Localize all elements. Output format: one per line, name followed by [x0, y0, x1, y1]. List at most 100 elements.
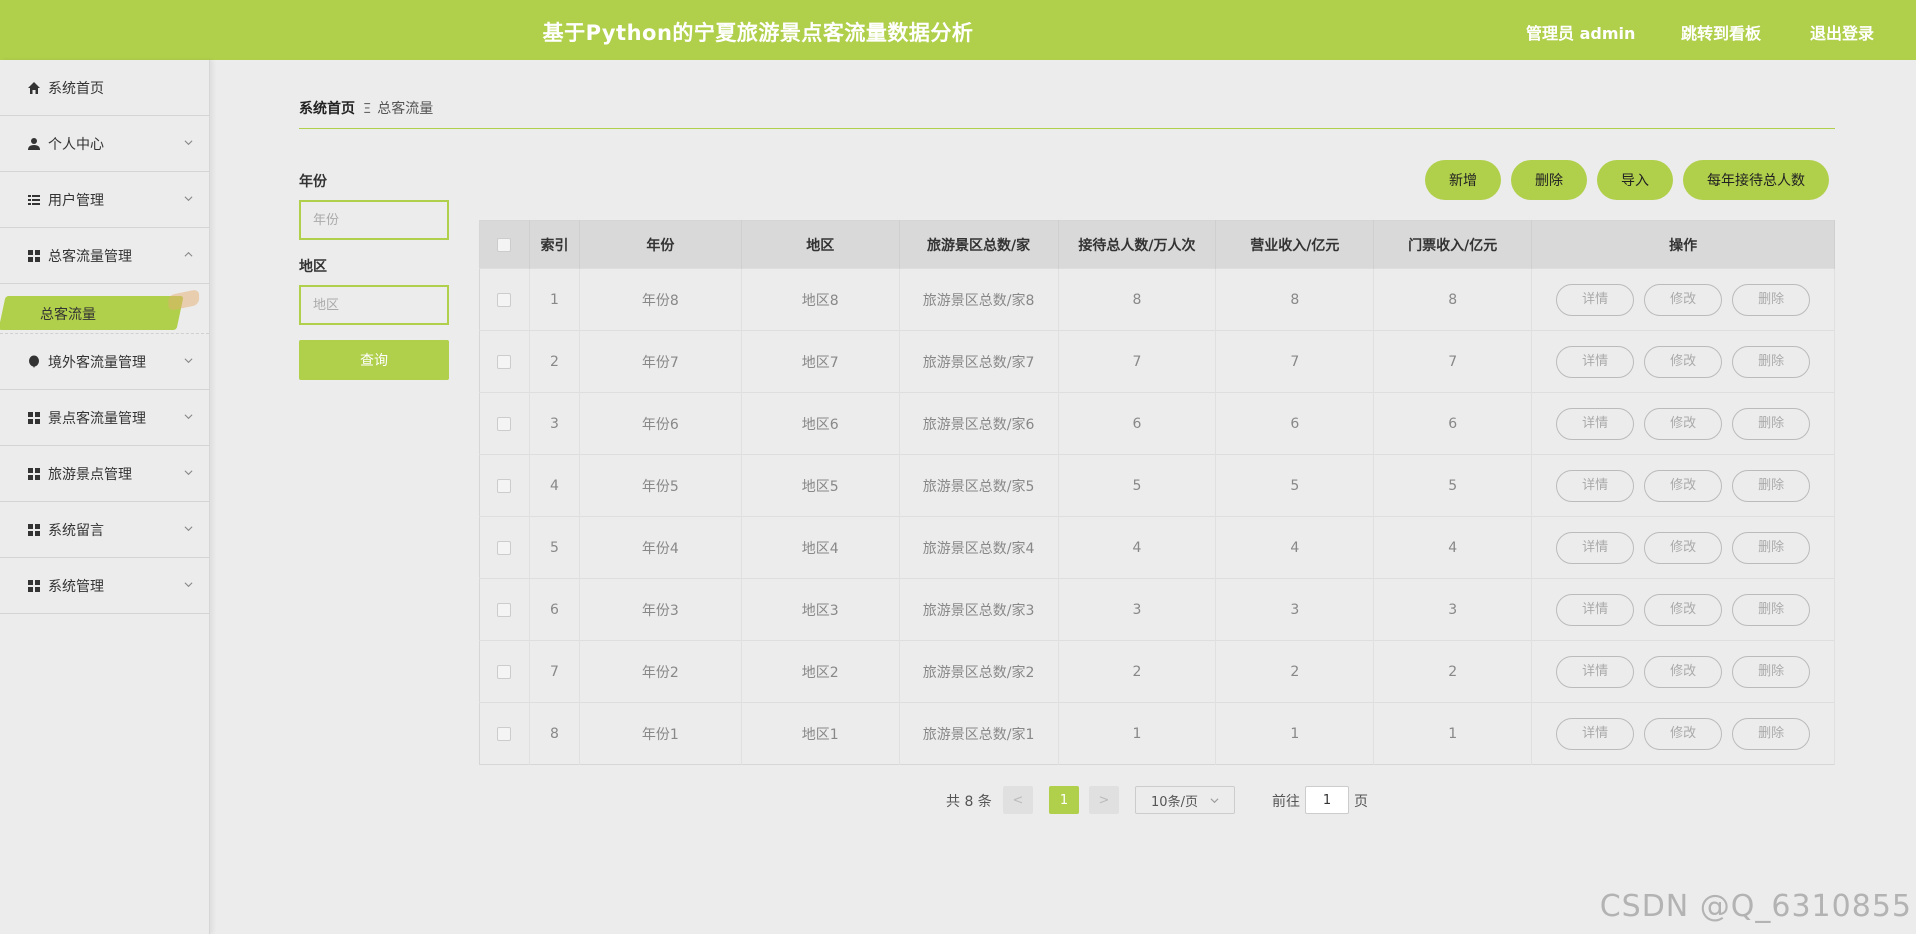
user-icon	[26, 136, 42, 152]
cell-ticket-revenue: 5	[1373, 454, 1533, 517]
row-delete-button[interactable]: 删除	[1732, 593, 1811, 626]
cell-year: 年份8	[579, 268, 742, 331]
row-delete-button[interactable]: 删除	[1732, 531, 1811, 564]
sidebar-item-scenic-spot-management[interactable]: 旅游景点管理	[0, 446, 209, 502]
edit-button[interactable]: 修改	[1644, 407, 1723, 440]
list-icon	[26, 192, 42, 208]
balloon-icon	[26, 354, 42, 370]
row-delete-button[interactable]: 删除	[1732, 655, 1811, 688]
sidebar-item-home[interactable]: 系统首页	[0, 60, 209, 116]
detail-button[interactable]: 详情	[1556, 345, 1635, 378]
detail-button[interactable]: 详情	[1556, 593, 1635, 626]
edit-button[interactable]: 修改	[1644, 593, 1723, 626]
submenu-item-total-traffic[interactable]: 总客流量	[40, 304, 96, 324]
grid-icon	[26, 522, 42, 538]
cell-index: 5	[529, 516, 580, 579]
edit-button[interactable]: 修改	[1644, 469, 1723, 502]
detail-button[interactable]: 详情	[1556, 655, 1635, 688]
year-label: 年份	[299, 174, 327, 190]
add-button[interactable]: 新增	[1425, 160, 1501, 200]
cell-revenue: 1	[1215, 702, 1375, 765]
sidebar-item-user-management[interactable]: 用户管理	[0, 172, 209, 228]
detail-button[interactable]: 详情	[1556, 469, 1635, 502]
cell-actions: 详情 修改 删除	[1531, 392, 1835, 455]
cell-actions: 详情 修改 删除	[1531, 702, 1835, 765]
sidebar-item-label: 系统留言	[48, 522, 104, 539]
row-delete-button[interactable]: 删除	[1732, 407, 1811, 440]
cell-ticket-revenue: 4	[1373, 516, 1533, 579]
row-select-cell[interactable]	[479, 392, 530, 455]
sidebar-item-overseas-traffic-management[interactable]: 境外客流量管理	[0, 334, 209, 390]
row-select-cell[interactable]	[479, 330, 530, 393]
page-size-select[interactable]: 10条/页	[1135, 786, 1235, 814]
page-number-button[interactable]: 1	[1049, 786, 1079, 814]
sidebar-item-scenic-traffic-management[interactable]: 景点客流量管理	[0, 390, 209, 446]
row-delete-button[interactable]: 删除	[1732, 469, 1811, 502]
grid-icon	[26, 578, 42, 594]
cell-total-visitors: 2	[1058, 640, 1217, 703]
row-checkbox[interactable]	[497, 726, 512, 741]
row-checkbox[interactable]	[497, 664, 512, 679]
sidebar-item-system-messages[interactable]: 系统留言	[0, 502, 209, 558]
next-page-button[interactable]: >	[1089, 786, 1119, 814]
prev-page-button[interactable]: <	[1003, 786, 1033, 814]
detail-button[interactable]: 详情	[1556, 531, 1635, 564]
edit-button[interactable]: 修改	[1644, 531, 1723, 564]
row-checkbox[interactable]	[497, 292, 512, 307]
row-checkbox[interactable]	[497, 478, 512, 493]
cell-total-visitors: 3	[1058, 578, 1217, 641]
sidebar-item-label: 用户管理	[48, 192, 104, 209]
table-row: 3 年份6 地区6 旅游景区总数/家6 6 6 6 详情 修改 删除	[479, 392, 1835, 455]
cell-year: 年份5	[579, 454, 742, 517]
row-checkbox[interactable]	[497, 602, 512, 617]
detail-button[interactable]: 详情	[1556, 717, 1635, 750]
row-checkbox[interactable]	[497, 540, 512, 555]
row-select-cell[interactable]	[479, 516, 530, 579]
sidebar-item-personal-center[interactable]: 个人中心	[0, 116, 209, 172]
detail-button[interactable]: 详情	[1556, 283, 1635, 316]
watermark: CSDN @Q_6310855	[1599, 889, 1912, 924]
query-button[interactable]: 查询	[299, 340, 449, 380]
import-button[interactable]: 导入	[1597, 160, 1673, 200]
dashboard-link[interactable]: 跳转到看板	[1681, 20, 1761, 44]
edit-button[interactable]: 修改	[1644, 655, 1723, 688]
cell-index: 2	[529, 330, 580, 393]
row-checkbox[interactable]	[497, 416, 512, 431]
cell-index: 7	[529, 640, 580, 703]
row-select-cell[interactable]	[479, 268, 530, 331]
select-all-cell[interactable]	[479, 220, 530, 269]
breadcrumb-home[interactable]: 系统首页	[299, 101, 355, 117]
cell-actions: 详情 修改 删除	[1531, 330, 1835, 393]
chevron-down-icon	[184, 582, 193, 588]
submenu-total-traffic[interactable]: 总客流量	[0, 284, 209, 334]
cell-total-visitors: 5	[1058, 454, 1217, 517]
row-checkbox[interactable]	[497, 354, 512, 369]
edit-button[interactable]: 修改	[1644, 283, 1723, 316]
column-header-revenue: 营业收入/亿元	[1215, 220, 1375, 269]
yearly-visitors-button[interactable]: 每年接待总人数	[1683, 160, 1829, 200]
row-select-cell[interactable]	[479, 702, 530, 765]
cell-revenue: 3	[1215, 578, 1375, 641]
cell-region: 地区5	[741, 454, 900, 517]
row-delete-button[interactable]: 删除	[1732, 717, 1811, 750]
edit-button[interactable]: 修改	[1644, 717, 1723, 750]
sidebar-item-label: 个人中心	[48, 136, 104, 153]
cell-scenic-count: 旅游景区总数/家2	[899, 640, 1059, 703]
sidebar-item-system-management[interactable]: 系统管理	[0, 558, 209, 614]
column-header-region: 地区	[741, 220, 900, 269]
logout-link[interactable]: 退出登录	[1810, 20, 1874, 44]
row-select-cell[interactable]	[479, 454, 530, 517]
goto-page-input[interactable]: 1	[1305, 786, 1349, 814]
sidebar-item-total-traffic-management[interactable]: 总客流量管理	[0, 228, 209, 284]
row-delete-button[interactable]: 删除	[1732, 345, 1811, 378]
delete-button[interactable]: 删除	[1511, 160, 1587, 200]
edit-button[interactable]: 修改	[1644, 345, 1723, 378]
row-select-cell[interactable]	[479, 578, 530, 641]
region-input[interactable]	[299, 285, 449, 325]
select-all-checkbox[interactable]	[497, 237, 512, 252]
detail-button[interactable]: 详情	[1556, 407, 1635, 440]
row-delete-button[interactable]: 删除	[1732, 283, 1811, 316]
chevron-down-icon	[184, 358, 193, 364]
year-input[interactable]	[299, 200, 449, 240]
row-select-cell[interactable]	[479, 640, 530, 703]
